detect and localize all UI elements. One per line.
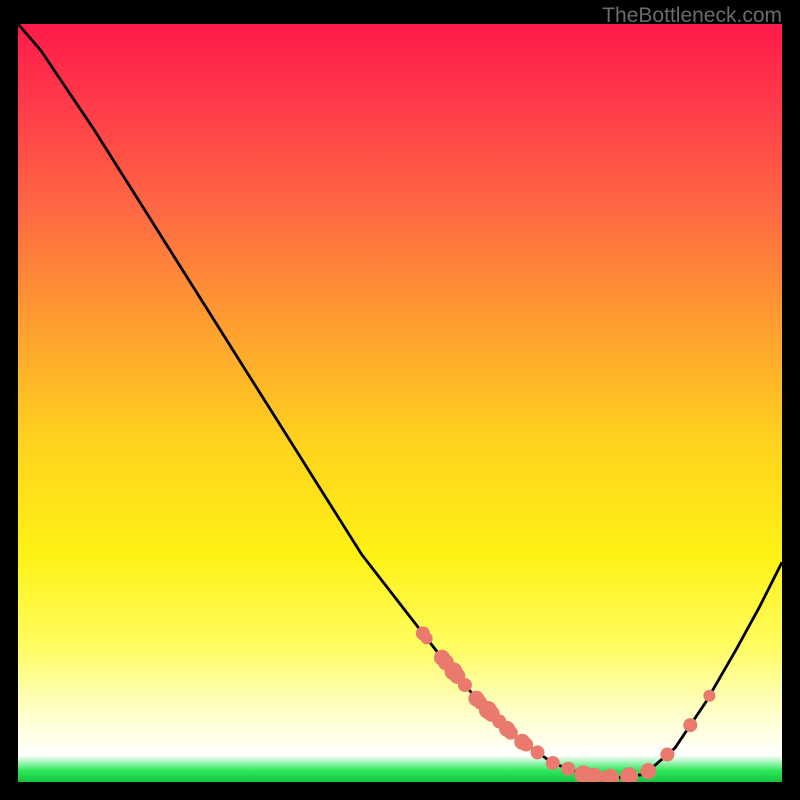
data-dot [421,632,433,644]
data-dot [660,748,674,762]
data-dots [416,626,716,782]
data-dot [640,763,656,779]
bottleneck-curve [18,24,782,778]
attribution-text: TheBottleneck.com [602,4,782,28]
data-dot [519,738,533,752]
data-dot [458,678,472,692]
data-dot [601,769,619,782]
data-dot [561,762,575,776]
data-dot [546,756,560,770]
chart-plot-area [18,24,782,782]
data-dot [531,745,545,759]
data-dot [620,767,638,782]
chart-overlay [18,24,782,782]
data-dot [683,718,697,732]
data-dot [703,690,715,702]
